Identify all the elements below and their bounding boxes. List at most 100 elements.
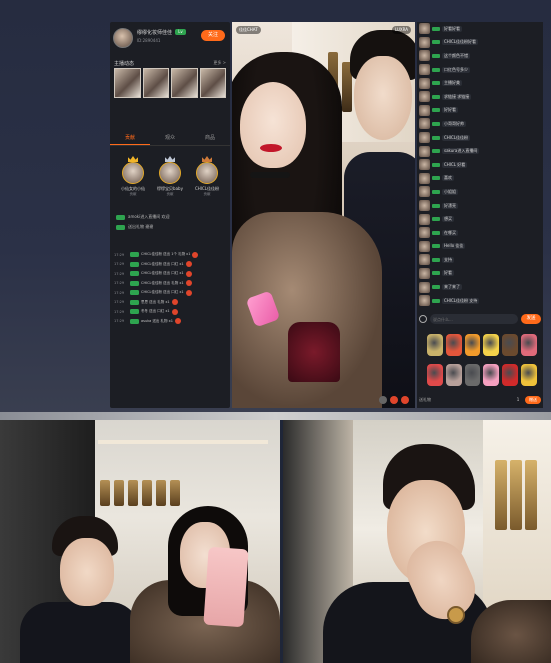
gift-icon: [185, 261, 192, 268]
dynamic-thumbnails: [114, 68, 226, 102]
avatar[interactable]: [419, 104, 430, 116]
chat-message: 好看好看: [419, 22, 541, 36]
gift-icon[interactable]: [401, 396, 409, 404]
gift-item-icon[interactable]: [502, 363, 519, 386]
info-text: 送出礼物 谢谢: [128, 224, 154, 229]
chat-message: 小哥哥好帅: [419, 117, 541, 131]
gift-item-icon[interactable]: [464, 363, 481, 386]
tab-audience[interactable]: 观众: [150, 132, 190, 145]
level-badge: [432, 53, 440, 58]
chat-message-text: 想买: [442, 216, 454, 223]
gift-item-icon[interactable]: [427, 363, 443, 386]
gift-send-button[interactable]: 赠送: [525, 396, 541, 404]
gift-item-icon[interactable]: [483, 334, 500, 356]
level-badge: [432, 162, 440, 167]
avatar[interactable]: [419, 145, 430, 157]
avatar[interactable]: [419, 254, 430, 266]
avatar[interactable]: [419, 23, 430, 35]
gift-item-icon[interactable]: [445, 334, 462, 356]
chat-message: 好好看: [419, 104, 541, 118]
gift-quantity[interactable]: 1: [514, 396, 522, 404]
gift-item-icon[interactable]: [445, 363, 462, 386]
avatar[interactable]: [419, 213, 430, 225]
gift-feed: 17:29 CHICL佳佳粉 送出 1个 礼物 x1 17:29 CHICL佳佳粉 …: [114, 250, 226, 326]
avatar[interactable]: [419, 227, 430, 239]
level-badge: [432, 257, 440, 262]
level-badge: [432, 81, 440, 86]
feed-row: 17:29 冬冬 送出 口红 x1: [114, 307, 226, 317]
avatar[interactable]: [419, 77, 430, 89]
cosmetic-bottle: [100, 480, 110, 506]
host-id: ID:2890441: [137, 38, 161, 43]
gift-item-icon[interactable]: [483, 363, 500, 386]
avatar[interactable]: [419, 267, 430, 279]
cosmetic-bottle: [128, 480, 138, 506]
thumbnail[interactable]: [199, 68, 226, 98]
info-line: amoki进入直播间 欢迎: [116, 212, 224, 222]
chat-message: CHICL 好看: [419, 158, 541, 172]
gift-item-icon[interactable]: [521, 363, 537, 386]
avatar[interactable]: [419, 281, 430, 293]
avatar[interactable]: [419, 172, 430, 184]
level-badge: [432, 26, 440, 31]
rank-item[interactable]: 小仙女的小仙 贡献: [116, 156, 150, 204]
avatar[interactable]: [419, 50, 430, 62]
level-badge: [432, 108, 440, 113]
section-title: 主播动态: [114, 61, 135, 67]
level-badge: [116, 224, 125, 230]
avatar: [122, 162, 144, 184]
feed-text: asuka 送出 礼物 x1: [141, 318, 173, 323]
feed-text: 思思 送出 礼物 x1: [141, 299, 170, 304]
gift-icon: [185, 280, 192, 287]
avatar[interactable]: [419, 200, 430, 212]
gift-item-icon[interactable]: [464, 334, 481, 356]
live-video-stream[interactable]: 佳佳CHAT LUXRA: [232, 22, 415, 408]
avatar[interactable]: [419, 240, 430, 252]
send-button[interactable]: 发送: [521, 314, 541, 324]
cosmetic-bottle: [525, 460, 537, 530]
level-badge: [432, 94, 440, 99]
rank-item[interactable]: 缪缪宝贝baby 贡献: [153, 156, 187, 204]
gift-icon: [185, 270, 192, 277]
avatar[interactable]: [419, 159, 430, 171]
like-icon[interactable]: [390, 396, 398, 404]
gift-item-icon[interactable]: [521, 334, 537, 356]
avatar[interactable]: [419, 36, 430, 48]
avatar[interactable]: [419, 186, 430, 198]
feed-row: 17:29 CHICL佳佳粉 送出 1个 礼物 x1: [114, 250, 226, 260]
avatar[interactable]: [419, 295, 430, 307]
thumbnail[interactable]: [142, 68, 169, 98]
avatar[interactable]: [419, 64, 430, 76]
chat-message: 在哪买: [419, 226, 541, 240]
thumbnail[interactable]: [171, 68, 198, 98]
tab-contribution[interactable]: 贡献: [110, 132, 150, 145]
avatar[interactable]: [419, 91, 430, 103]
avatar[interactable]: [419, 132, 430, 144]
rank-item[interactable]: CHICL佳佳粉 贡献: [190, 156, 224, 204]
level-badge: [130, 318, 139, 324]
chat-message-text: CHICL佳佳粉 支持: [442, 297, 480, 304]
rank-sub: 贡献: [166, 192, 174, 196]
host-avatar[interactable]: [113, 28, 133, 48]
chat-message-text: CHICL佳佳粉: [442, 134, 471, 141]
thumbnail[interactable]: [114, 68, 141, 98]
tab-products[interactable]: 商品: [190, 132, 230, 145]
emoji-icon[interactable]: [419, 315, 427, 323]
gift-item-icon[interactable]: [427, 334, 443, 356]
feed-time: 17:29: [114, 281, 125, 286]
chat-message: 支持: [419, 253, 541, 267]
more-icon[interactable]: [379, 396, 387, 404]
stream-tag-right: LUXRA: [391, 26, 411, 34]
section-more-link[interactable]: 更多 >: [213, 60, 226, 66]
ranking-list: 小仙女的小仙 贡献 缪缪宝贝baby 贡献 CHICL佳佳粉 贡献: [116, 156, 224, 204]
level-badge: [432, 135, 440, 140]
cosmetic-bottle: [156, 480, 166, 506]
chat-input[interactable]: [430, 314, 518, 324]
lips: [260, 144, 282, 152]
follow-button[interactable]: 关注: [201, 30, 225, 41]
host-name: 缪缪化妆师佳佳: [137, 30, 173, 36]
feed-text: CHICL佳佳粉 送出 礼物 x1: [141, 280, 184, 285]
gift-item-icon[interactable]: [502, 334, 519, 356]
avatar[interactable]: [419, 118, 430, 130]
host-man-face: [354, 56, 412, 140]
